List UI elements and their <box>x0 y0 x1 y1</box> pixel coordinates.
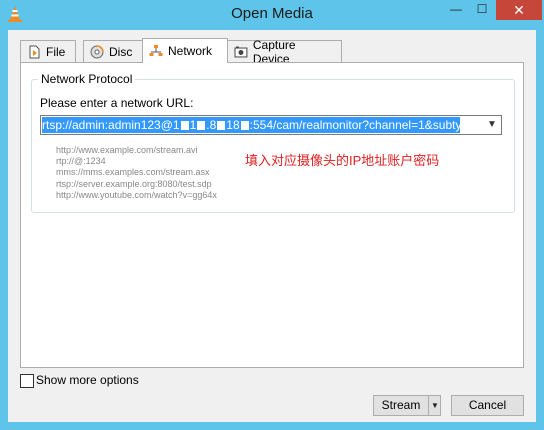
capture-device-icon <box>234 46 248 57</box>
url-text-part: :554/cam/realmonitor?channel=1&subtype=1 <box>249 118 460 132</box>
url-text-part: rtsp://admin:admin123@1 <box>42 118 180 132</box>
tab-network[interactable]: Network <box>142 38 228 63</box>
minimize-button[interactable]: — <box>443 0 469 20</box>
close-button[interactable]: ✕ <box>496 0 542 20</box>
stream-button[interactable]: Stream ▼ <box>373 395 441 416</box>
tab-capture-device[interactable]: Capture Device <box>227 38 342 66</box>
example-url: rtp://@:1234 <box>56 156 106 167</box>
split-divider <box>428 396 429 415</box>
network-protocol-group: Network Protocol Please enter a network … <box>31 72 515 213</box>
url-text-part: .8 <box>206 118 217 132</box>
show-more-options-checkbox[interactable] <box>20 374 34 388</box>
redaction-mark <box>180 121 189 131</box>
annotation-note: 填入对应摄像头的IP地址账户密码 <box>245 153 440 168</box>
chevron-down-icon[interactable]: ▼ <box>485 116 499 134</box>
tab-file-label: File <box>46 44 66 59</box>
redaction-mark <box>197 121 206 131</box>
example-url: http://www.example.com/stream.avi <box>56 145 198 155</box>
tab-disc[interactable]: Disc <box>83 40 143 62</box>
dropdown-arrow-icon[interactable]: ▼ <box>430 396 440 415</box>
example-url: rtsp://server.example.org:8080/test.sdp <box>56 178 212 189</box>
tab-network-label: Network <box>168 44 213 58</box>
network-url-combobox[interactable]: rtsp://admin:admin123@1 1 .8 18 :554/cam/rea… <box>40 115 502 135</box>
network-tab-panel: Network Protocol Please enter a network … <box>20 62 524 368</box>
tab-disc-label: Disc <box>109 44 133 59</box>
maximize-button[interactable]: ☐ <box>469 0 495 20</box>
file-icon <box>29 45 40 58</box>
example-url: http://www.youtube.com/watch?v=gg64x <box>56 189 217 200</box>
url-text-part: 1 <box>189 118 197 132</box>
stream-button-label: Stream <box>381 398 421 412</box>
network-url-input[interactable]: rtsp://admin:admin123@1 1 .8 18 :554/cam/rea… <box>42 117 460 133</box>
network-icon <box>149 45 163 56</box>
dialog-body: File Disc Network Capture Device Network… <box>8 30 536 422</box>
url-text-part: 18 <box>226 118 240 132</box>
disc-icon <box>90 44 104 58</box>
open-media-window: Open Media — ☐ ✕ File Disc Network Captu… <box>0 0 544 430</box>
example-url: mms://mms.examples.com/stream.asx <box>56 167 210 178</box>
redaction-mark <box>217 121 226 131</box>
url-prompt-label: Please enter a network URL: <box>40 96 194 110</box>
group-title: Network Protocol <box>38 72 136 86</box>
title-bar[interactable]: Open Media — ☐ ✕ <box>0 0 544 28</box>
tab-file[interactable]: File <box>20 40 76 62</box>
url-examples: http://www.example.com/stream.avi rtp://… <box>56 145 217 201</box>
cancel-button[interactable]: Cancel <box>451 395 524 416</box>
redaction-mark <box>240 121 249 131</box>
show-more-options-label[interactable]: Show more options <box>36 373 139 387</box>
